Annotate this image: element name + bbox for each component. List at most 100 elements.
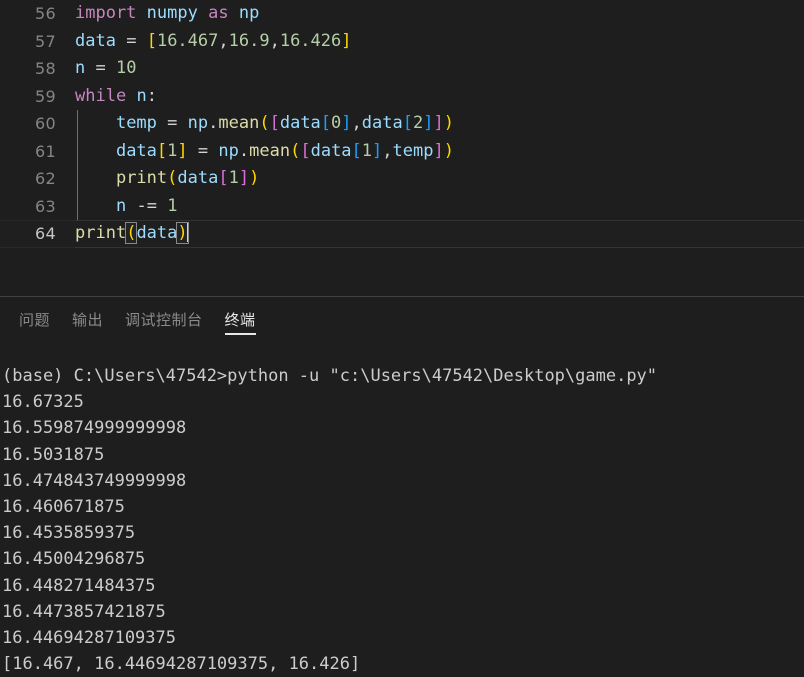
code-token: data <box>361 113 403 133</box>
code-line-60[interactable]: 60 temp = np.mean([data[0],data[2]]) <box>0 110 804 138</box>
code-token: , <box>382 140 393 161</box>
code-token: ] <box>238 168 250 188</box>
code-line-56[interactable]: 56 import numpy as np <box>0 0 804 28</box>
code-token: ] <box>341 30 352 51</box>
code-token: temp <box>115 113 157 133</box>
code-token: ] <box>423 113 434 133</box>
code-token: , <box>269 30 280 51</box>
code-token: = <box>167 113 178 133</box>
code-token: [ <box>300 140 311 161</box>
panel-tab-1[interactable]: 输出 <box>61 297 114 341</box>
code-line-text-56: import numpy as np <box>75 0 259 28</box>
bottom-panel: 问题 输出 调试控制台 终端 (base) C:\Users\47542>python… <box>0 297 804 674</box>
panel-tab-2[interactable]: 调试控制台 <box>114 297 214 341</box>
code-token: mean <box>218 113 260 133</box>
code-line-64[interactable]: 64 print(data) <box>0 220 804 248</box>
line-number-62: 62 <box>35 169 56 188</box>
code-line-text-57: data = [16.467,16.9,16.426] <box>75 28 352 56</box>
code-line-62[interactable]: 62 print(data[1]) <box>0 165 804 193</box>
code-token: n <box>136 85 147 106</box>
panel-tab-label: 调试控制台 <box>125 310 203 329</box>
line-number-59: 59 <box>35 86 56 106</box>
code-token: ( <box>290 140 301 161</box>
active-tab-underline <box>224 333 256 335</box>
terminal-output-line: [16.467, 16.44694287109375, 16.426] <box>2 654 361 675</box>
code-token: ] <box>433 113 444 133</box>
code-token: mean <box>249 140 291 161</box>
code-token: data <box>279 113 321 133</box>
code-token: = <box>126 30 137 51</box>
line-number-60: 60 <box>35 114 56 133</box>
code-token: n <box>115 195 127 216</box>
code-token: : <box>146 85 157 106</box>
code-token: ) <box>249 168 260 188</box>
code-token: np <box>187 113 209 133</box>
terminal-output-line: 16.45004296875 <box>2 549 146 570</box>
code-token: numpy <box>146 3 198 23</box>
code-token: np <box>238 3 260 23</box>
code-token: 2 <box>413 113 424 133</box>
code-token: data <box>115 140 157 161</box>
panel-tab-0[interactable]: 问题 <box>8 297 61 341</box>
code-token: data <box>136 223 178 243</box>
text-cursor <box>186 223 189 242</box>
panel-tab-bar: 问题 输出 调试控制台 终端 <box>0 297 804 341</box>
line-number-57: 57 <box>35 31 56 51</box>
code-token: [ <box>146 30 157 51</box>
line-number-63: 63 <box>35 196 56 216</box>
line-number-64: 64 <box>35 224 56 243</box>
code-line-text-63: n -= 1 <box>75 193 177 221</box>
code-token: 1 <box>361 140 373 161</box>
panel-tab-3[interactable]: 终端 <box>214 297 267 341</box>
code-token: = <box>95 58 106 78</box>
terminal-output[interactable]: (base) C:\Users\47542>python -u "c:\User… <box>0 341 804 677</box>
code-line-59[interactable]: 59 while n: <box>0 83 804 111</box>
code-lines-container[interactable]: 56 import numpy as np 57 data = [16.467,16.… <box>0 0 804 248</box>
code-editor[interactable]: 56 import numpy as np 57 data = [16.467,16.… <box>0 0 804 296</box>
code-line-text-59: while n: <box>75 83 157 111</box>
code-token: temp <box>392 140 434 161</box>
code-token: ) <box>443 113 454 133</box>
code-line-text-62: print(data[1]) <box>75 165 259 193</box>
code-token: ( <box>259 113 270 133</box>
code-token: print <box>75 223 127 243</box>
code-line-63[interactable]: 63 n -= 1 <box>0 193 804 221</box>
line-number-56: 56 <box>35 4 56 23</box>
code-token: 0 <box>331 113 342 133</box>
terminal-output-line: 16.448271484375 <box>2 575 156 596</box>
code-line-text-61: data[1] = np.mean([data[1],temp]) <box>75 138 454 166</box>
code-token: , <box>351 113 362 133</box>
code-token: [ <box>156 140 168 161</box>
code-token: while <box>75 85 127 106</box>
code-token: print <box>115 168 168 188</box>
indent-guide <box>77 110 78 220</box>
terminal-output-line: 16.44694287109375 <box>2 627 176 648</box>
code-line-text-64: print(data) <box>75 220 189 248</box>
code-token: ] <box>372 140 383 161</box>
code-line-61[interactable]: 61 data[1] = np.mean([data[1],temp]) <box>0 138 804 166</box>
code-token: np <box>218 140 239 161</box>
code-line-58[interactable]: 58 n = 10 <box>0 55 804 83</box>
code-token: 16.426 <box>279 30 342 51</box>
code-line-57[interactable]: 57 data = [16.467,16.9,16.426] <box>0 28 804 56</box>
panel-tab-label: 问题 <box>19 310 51 329</box>
code-token: data <box>310 140 352 161</box>
code-token: import <box>75 3 137 23</box>
code-token: -= <box>136 195 157 216</box>
code-line-text-58: n = 10 <box>75 55 136 83</box>
terminal-output-line: 16.4473857421875 <box>2 601 166 622</box>
terminal-output-line: 16.460671875 <box>2 496 125 517</box>
terminal-output-line: 16.474843749999998 <box>2 470 187 491</box>
